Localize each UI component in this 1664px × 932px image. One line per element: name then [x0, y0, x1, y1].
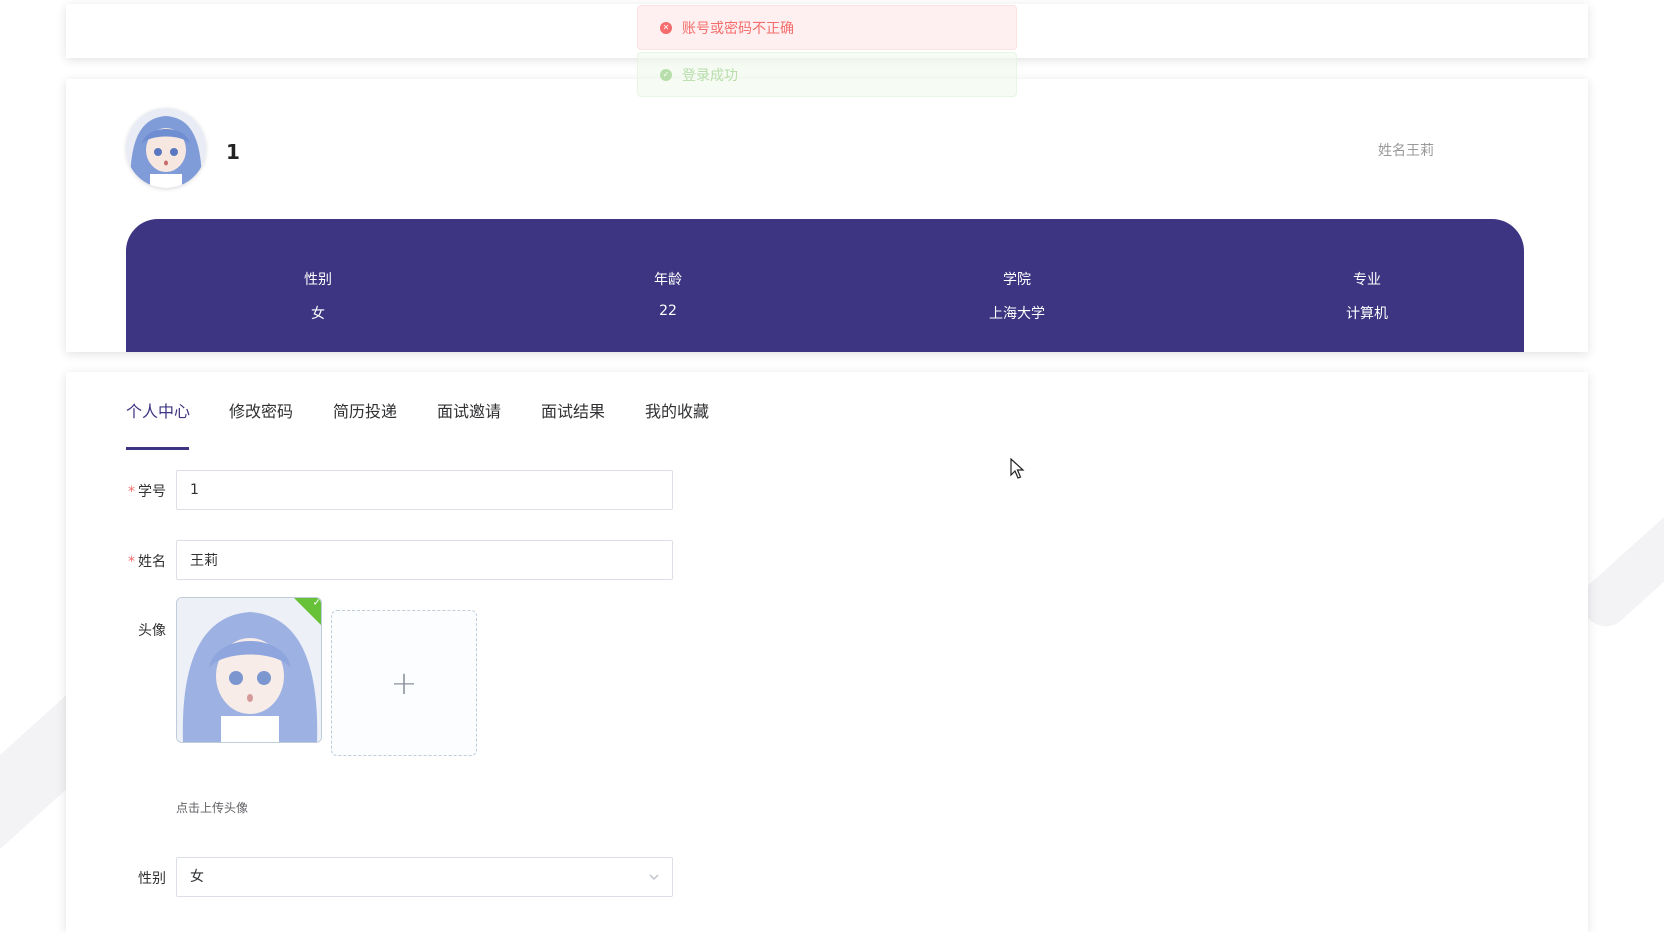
avatar — [126, 108, 206, 188]
stat-major: 专业 计算机 — [1267, 269, 1467, 323]
stat-college: 学院 上海大学 — [917, 269, 1117, 323]
tab-interview-result[interactable]: 面试结果 — [541, 398, 605, 422]
student-id-label: * 学号 — [128, 484, 166, 500]
stat-label: 专业 — [1353, 272, 1381, 288]
tab-personal-center[interactable]: 个人中心 — [126, 398, 190, 422]
stat-age: 年龄 22 — [568, 269, 768, 319]
profile-name: 姓名王莉 — [1378, 143, 1434, 159]
gender-select[interactable]: 女 — [176, 857, 673, 897]
success-message-text: 登录成功 — [682, 67, 738, 84]
name-input[interactable] — [176, 540, 673, 580]
stat-gender: 性别 女 — [218, 269, 418, 323]
required-asterisk: * — [128, 484, 135, 500]
profile-student-id: 1 — [226, 140, 240, 164]
tab-my-favorites[interactable]: 我的收藏 — [645, 398, 709, 422]
error-message-text: 账号或密码不正确 — [682, 20, 794, 37]
student-id-input[interactable] — [176, 470, 673, 510]
gender-label: 性别 — [138, 871, 166, 887]
avatar-image — [126, 108, 206, 188]
circle-x-icon: ✕ — [660, 21, 672, 34]
name-label: * 姓名 — [128, 554, 166, 570]
tab-interview-invitation[interactable]: 面试邀请 — [437, 398, 501, 422]
profile-stats-panel: 性别 女 年龄 22 学院 上海大学 专业 计算机 — [126, 219, 1524, 352]
check-icon: ✓ — [312, 597, 321, 609]
tab-resume-submission[interactable]: 简历投递 — [333, 398, 397, 422]
success-message-toast: ✓ 登录成功 — [637, 52, 1017, 97]
upload-tip: 点击上传头像 — [176, 801, 249, 815]
avatar-label: 头像 — [138, 623, 166, 639]
stat-value: 女 — [311, 306, 325, 322]
active-tab-indicator — [126, 447, 189, 450]
required-asterisk: * — [128, 554, 135, 570]
stat-value: 计算机 — [1346, 306, 1388, 322]
error-message-toast: ✕ 账号或密码不正确 — [637, 5, 1017, 50]
stat-label: 学院 — [1003, 272, 1031, 288]
avatar-upload-button[interactable]: + — [331, 610, 477, 756]
gender-select-value: 女 — [190, 869, 204, 885]
uploaded-avatar-thumbnail[interactable]: ✓ — [176, 597, 322, 743]
stat-value: 上海大学 — [989, 306, 1045, 322]
tab-change-password[interactable]: 修改密码 — [229, 398, 293, 422]
mouse-cursor — [1010, 457, 1026, 484]
plus-icon: + — [390, 664, 418, 702]
stat-label: 年龄 — [654, 272, 682, 288]
uploaded-avatar-image — [177, 598, 321, 742]
chevron-down-icon — [648, 858, 660, 911]
stat-value: 22 — [659, 303, 677, 319]
circle-check-icon: ✓ — [660, 68, 672, 81]
stat-label: 性别 — [304, 272, 332, 288]
